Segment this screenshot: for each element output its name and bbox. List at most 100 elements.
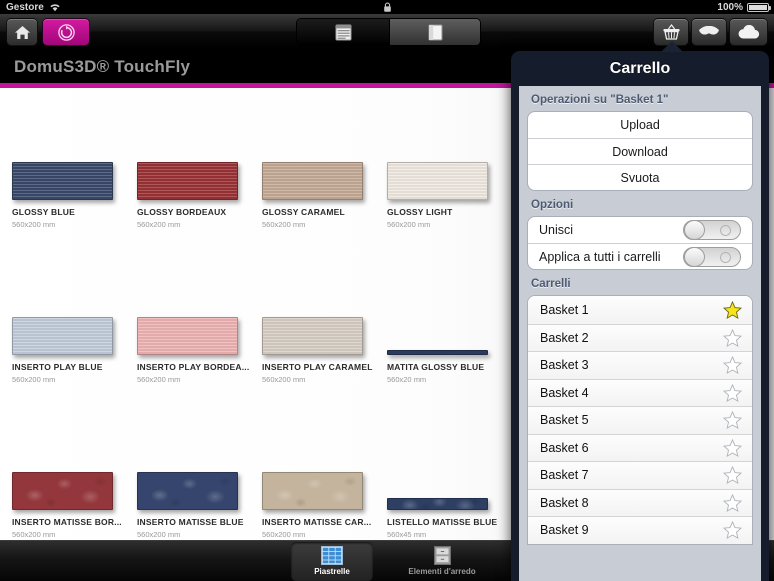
- cart-list-item[interactable]: Basket 7: [528, 461, 752, 489]
- tile-swatch[interactable]: [137, 162, 238, 200]
- tile-item[interactable]: INSERTO MATISSE BOR... 560x200 mm: [12, 450, 137, 540]
- tab-piastrelle[interactable]: Piastrelle: [291, 541, 373, 581]
- toggle-off-marker: [720, 225, 731, 236]
- tile-item[interactable]: INSERTO MATISSE CAR... 560x200 mm: [262, 450, 387, 540]
- tile-texture: [388, 163, 487, 199]
- star-outline-icon[interactable]: [723, 438, 742, 457]
- battery-icon: [747, 2, 771, 12]
- tab-label: Elementi d'arredo: [408, 567, 476, 576]
- star-outline-icon[interactable]: [723, 328, 742, 347]
- cart-list-item[interactable]: Basket 6: [528, 433, 752, 461]
- tile-swatch-holder: [262, 295, 387, 355]
- tile-swatch[interactable]: [137, 317, 238, 355]
- toggle-knob: [684, 220, 705, 240]
- tile-size: 560x20 mm: [387, 375, 427, 384]
- operation-button[interactable]: Upload: [528, 112, 752, 138]
- view-mode-segmented-control[interactable]: [296, 18, 481, 46]
- cart-list-item[interactable]: Basket 2: [528, 323, 752, 351]
- tile-item[interactable]: LISTELLO MATISSE BLUE 560x45 mm: [387, 450, 512, 540]
- tile-item[interactable]: INSERTO PLAY BLUE 560x200 mm: [12, 295, 137, 450]
- segment-list-view[interactable]: [297, 19, 390, 45]
- tile-item[interactable]: GLOSSY LIGHT 560x200 mm: [387, 140, 512, 295]
- operations-header: Operazioni su "Basket 1": [531, 94, 669, 106]
- cart-popover: Carrello Operazioni su "Basket 1" Upload…: [511, 51, 769, 581]
- operation-button[interactable]: Download: [528, 138, 752, 164]
- tile-name: MATITA GLOSSY BLUE: [387, 362, 485, 372]
- segment-page-view[interactable]: [389, 19, 480, 45]
- tile-name: INSERTO PLAY BORDEA...: [137, 362, 250, 372]
- cloud-icon: [737, 24, 761, 40]
- cart-label: Basket 6: [540, 440, 589, 455]
- tile-texture: [138, 318, 237, 354]
- tile-swatch-holder: [12, 140, 137, 200]
- tile-item[interactable]: INSERTO MATISSE BLUE 560x200 mm: [137, 450, 262, 540]
- glasses-button[interactable]: [691, 18, 727, 46]
- battery-percent: 100%: [717, 1, 743, 13]
- tile-item[interactable]: INSERTO PLAY CARAMEL 560x200 mm: [262, 295, 387, 450]
- toggle-knob: [684, 246, 705, 267]
- tile-item[interactable]: INSERTO PLAY BORDEA... 560x200 mm: [137, 295, 262, 450]
- tile-name: INSERTO MATISSE BLUE: [137, 517, 244, 527]
- star-filled-icon[interactable]: [723, 300, 742, 319]
- tile-item[interactable]: GLOSSY BLUE 560x200 mm: [12, 140, 137, 295]
- tile-swatch[interactable]: [262, 317, 363, 355]
- page-title: DomuS3D® TouchFly: [14, 56, 191, 76]
- toggle-off-marker: [720, 251, 731, 263]
- star-outline-icon[interactable]: [723, 411, 742, 430]
- tile-swatch[interactable]: [12, 162, 113, 200]
- tiles-grid-icon: [321, 546, 343, 565]
- tile-name: INSERTO PLAY CARAMEL: [262, 362, 373, 372]
- tile-item[interactable]: MATITA GLOSSY BLUE 560x20 mm: [387, 295, 512, 450]
- option-toggle[interactable]: [683, 220, 741, 240]
- tile-swatch-holder: [387, 450, 512, 510]
- operations-card: Upload Download Svuota: [527, 111, 753, 191]
- tile-name: GLOSSY BLUE: [12, 207, 75, 217]
- tile-size: 560x200 mm: [262, 375, 306, 384]
- tile-item[interactable]: GLOSSY CARAMEL 560x200 mm: [262, 140, 387, 295]
- tab-elementi-arredo[interactable]: Elementi d'arredo: [401, 542, 483, 581]
- tile-swatch[interactable]: [262, 162, 363, 200]
- tile-swatch[interactable]: [12, 317, 113, 355]
- furniture-icon: [433, 546, 451, 565]
- tile-name: GLOSSY CARAMEL: [262, 207, 345, 217]
- star-outline-icon[interactable]: [723, 356, 742, 375]
- tile-swatch-holder: [262, 450, 387, 510]
- tile-swatch[interactable]: [387, 350, 488, 355]
- tile-item[interactable]: GLOSSY BORDEAUX 560x200 mm: [137, 140, 262, 295]
- cart-list-item[interactable]: Basket 1: [528, 296, 752, 324]
- tile-swatch[interactable]: [387, 498, 488, 510]
- option-row[interactable]: Unisci: [528, 217, 752, 243]
- option-label: Unisci: [539, 223, 574, 237]
- carts-list[interactable]: Basket 1 Basket 2 Basket 3 Basket 4 Basket 5…: [527, 295, 753, 545]
- tile-size: 560x200 mm: [387, 220, 431, 229]
- options-header: Opzioni: [531, 199, 574, 211]
- tile-swatch[interactable]: [262, 472, 363, 510]
- status-right: 100%: [717, 1, 771, 13]
- cart-label: Basket 8: [540, 495, 589, 510]
- tile-swatch-holder: [12, 295, 137, 355]
- tile-row: INSERTO MATISSE BOR... 560x200 mm INSERTO …: [12, 450, 512, 540]
- tile-grid: GLOSSY BLUE 560x200 mm GLOSSY BORDEAUX 560x…: [12, 140, 512, 540]
- cart-list-item[interactable]: Basket 8: [528, 488, 752, 516]
- tile-size: 560x200 mm: [137, 530, 181, 539]
- glasses-icon: [698, 25, 720, 39]
- cart-list-item[interactable]: Basket 4: [528, 378, 752, 406]
- star-outline-icon[interactable]: [723, 383, 742, 402]
- star-outline-icon[interactable]: [723, 493, 742, 512]
- cloud-button[interactable]: [729, 18, 768, 46]
- cart-label: Basket 5: [540, 413, 589, 428]
- home-button[interactable]: [6, 18, 38, 46]
- tile-swatch-holder: [137, 295, 262, 355]
- tile-swatch[interactable]: [12, 472, 113, 510]
- tile-swatch[interactable]: [137, 472, 238, 510]
- option-toggle[interactable]: [683, 246, 741, 267]
- operation-button[interactable]: Svuota: [528, 164, 752, 190]
- cart-list-item[interactable]: Basket 3: [528, 351, 752, 379]
- star-outline-icon[interactable]: [723, 466, 742, 485]
- cart-list-item[interactable]: Basket 9: [528, 516, 752, 544]
- star-outline-icon[interactable]: [723, 521, 742, 540]
- cart-list-item[interactable]: Basket 5: [528, 406, 752, 434]
- tile-swatch[interactable]: [387, 162, 488, 200]
- option-row[interactable]: Applica a tutti i carrelli: [528, 243, 752, 269]
- refresh-button[interactable]: [42, 18, 90, 46]
